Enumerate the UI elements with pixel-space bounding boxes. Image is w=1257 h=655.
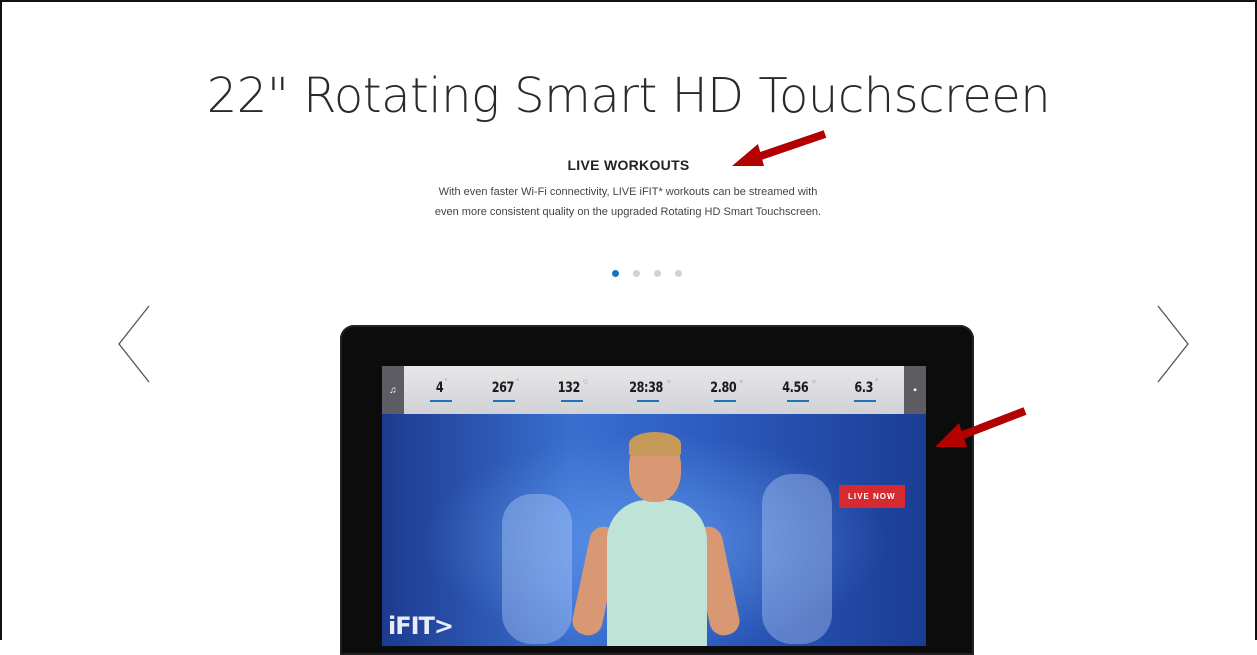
carousel-prev-button[interactable] [115, 304, 155, 384]
slide-subtitle: LIVE WORKOUTS [567, 157, 690, 173]
stat-value: 6.3 [854, 379, 874, 396]
touchscreen-display: ♫ 4° 267 ° 132 ♡ 28:38 ○ 2.80 ○ 4.56 ○ 6… [382, 366, 926, 646]
stat-value: 4.56 [782, 379, 809, 396]
carousel-dot-3[interactable] [654, 270, 661, 277]
slide-description: With even faster Wi-Fi connectivity, LIV… [434, 186, 822, 218]
ifit-logo: iFIT> [388, 612, 454, 640]
live-now-badge[interactable]: LIVE NOW [839, 485, 905, 508]
chevron-right-icon [1157, 305, 1189, 383]
stat-value: 2.80 [710, 379, 737, 396]
carousel-dot-4[interactable] [675, 270, 682, 277]
carousel-next-button[interactable] [1152, 304, 1192, 384]
callout-arrow-icon [732, 130, 827, 166]
instructor-image [569, 432, 743, 646]
background-rider [502, 494, 572, 644]
stats-list: 4° 267 ° 132 ♡ 28:38 ○ 2.80 ○ 4.56 ○ 6.3… [404, 379, 904, 402]
stat-incline: 4° [430, 379, 453, 402]
live-workout-video[interactable]: LIVE NOW iFIT> [382, 414, 926, 646]
page-title: 22" Rotating Smart HD Touchscreen [206, 68, 1051, 124]
workout-stats-bar: ♫ 4° 267 ° 132 ♡ 28:38 ○ 2.80 ○ 4.56 ○ 6… [382, 366, 926, 414]
music-icon[interactable]: ♫ [382, 366, 404, 414]
stat-pace: 4.56 ○ [779, 379, 816, 402]
stat-value: 132 [557, 379, 581, 396]
callout-arrow-icon [935, 407, 1027, 447]
stat-calories: 267 ° [489, 379, 519, 402]
carousel-dots [612, 270, 682, 277]
stat-speed: 6.3 ° [852, 379, 878, 402]
settings-icon[interactable]: ▪ [904, 366, 926, 414]
carousel-dot-1[interactable] [612, 270, 619, 277]
background-rider [762, 474, 832, 644]
carousel-dot-2[interactable] [633, 270, 640, 277]
stat-distance: 2.80 ○ [707, 379, 743, 402]
stat-time: 28:38 ○ [625, 379, 670, 402]
stat-value: 267 [491, 379, 514, 396]
stat-value: 4 [436, 379, 444, 396]
stat-value: 28:38 [628, 379, 663, 396]
stat-heart-rate: 132 ♡ [555, 379, 588, 402]
chevron-left-icon [118, 305, 150, 383]
